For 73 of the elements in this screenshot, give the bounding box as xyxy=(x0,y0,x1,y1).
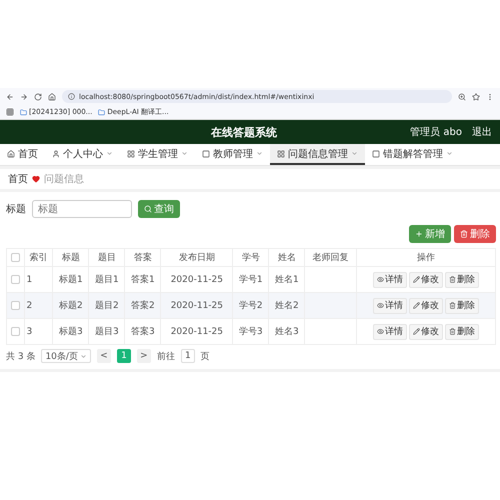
detail-button[interactable]: 详情 xyxy=(372,272,407,288)
grid-icon xyxy=(127,150,135,158)
search-label: 标题 xyxy=(6,202,26,216)
table-cell: 题目3 xyxy=(88,318,125,344)
eye-icon xyxy=(376,276,384,283)
trash-icon xyxy=(460,230,468,238)
breadcrumb-item[interactable]: 首页 xyxy=(8,172,28,186)
row-checkbox[interactable] xyxy=(10,300,20,310)
reload-icon xyxy=(34,92,42,100)
apps-icon xyxy=(6,108,14,116)
caret-icon xyxy=(106,150,113,157)
eye-icon xyxy=(376,328,384,335)
folder-icon xyxy=(98,108,106,116)
folder-icon xyxy=(20,108,27,116)
edit-button[interactable]: 修改 xyxy=(408,272,443,288)
nav-tab[interactable]: 问题信息管理 xyxy=(270,144,365,165)
edit-button[interactable]: 修改 xyxy=(408,324,443,340)
plus-icon xyxy=(415,230,423,238)
zoom-icon xyxy=(458,92,466,100)
forward-icon xyxy=(20,92,28,100)
detail-button[interactable]: 详情 xyxy=(372,298,407,314)
table-cell: 学号3 xyxy=(232,318,269,344)
trash-icon xyxy=(448,276,456,283)
home-icon xyxy=(7,150,15,158)
table-cell: 2020-11-25 xyxy=(160,318,233,344)
trash-icon xyxy=(448,328,456,335)
grid-icon xyxy=(277,150,285,158)
page-size-select[interactable]: 10条/页 xyxy=(41,349,91,363)
caret-icon xyxy=(181,150,188,157)
table-cell: 答案3 xyxy=(124,318,161,344)
info-icon xyxy=(68,93,75,100)
next-page-button[interactable]: > xyxy=(136,349,151,363)
row-checkbox[interactable] xyxy=(10,326,20,336)
column-header: 操作 xyxy=(356,248,496,266)
caret-icon xyxy=(351,150,358,157)
title-field[interactable]: 标题 xyxy=(32,200,132,218)
caret-icon xyxy=(446,150,453,157)
trash-icon xyxy=(448,302,456,309)
pencil-icon xyxy=(412,328,420,335)
delete-button[interactable]: 删除 xyxy=(444,298,479,314)
goto-label: 前往 xyxy=(156,350,175,362)
star-icon xyxy=(472,92,480,100)
user-icon xyxy=(52,150,60,158)
eye-icon xyxy=(376,302,384,309)
delete-button[interactable]: 删除 xyxy=(454,225,496,243)
page-unit: 页 xyxy=(200,350,210,362)
delete-button[interactable]: 删除 xyxy=(444,272,479,288)
delete-button[interactable]: 删除 xyxy=(444,324,479,340)
pencil-icon xyxy=(412,276,420,283)
row-checkbox[interactable] xyxy=(10,274,20,284)
heart-icon xyxy=(32,175,40,183)
total-count: 共 3 条 xyxy=(6,350,36,362)
edit-button[interactable]: 修改 xyxy=(408,298,443,314)
back-icon xyxy=(6,92,14,100)
table-cell: 标题3 xyxy=(52,318,89,344)
square-icon xyxy=(202,150,210,158)
pencil-icon xyxy=(412,302,420,309)
search-icon xyxy=(144,205,152,213)
table-cell: 姓名3 xyxy=(268,318,305,344)
select-all-checkbox[interactable] xyxy=(10,252,20,262)
breadcrumb-item: 问题信息 xyxy=(44,172,84,186)
logout-link[interactable]: 退出 xyxy=(472,125,492,139)
caret-icon xyxy=(80,352,87,360)
user-name: 管理员 abo xyxy=(410,126,462,139)
home-icon xyxy=(48,92,56,100)
detail-button[interactable]: 详情 xyxy=(372,324,407,340)
prev-page-button[interactable]: < xyxy=(96,349,111,363)
app-title: 在线答题系统 xyxy=(210,124,278,140)
table-cell: 3 xyxy=(24,318,53,344)
column-header: 发布日期 xyxy=(160,248,233,266)
square-icon xyxy=(372,150,380,158)
page-field[interactable]: 1 xyxy=(180,349,195,363)
caret-icon xyxy=(256,150,263,157)
